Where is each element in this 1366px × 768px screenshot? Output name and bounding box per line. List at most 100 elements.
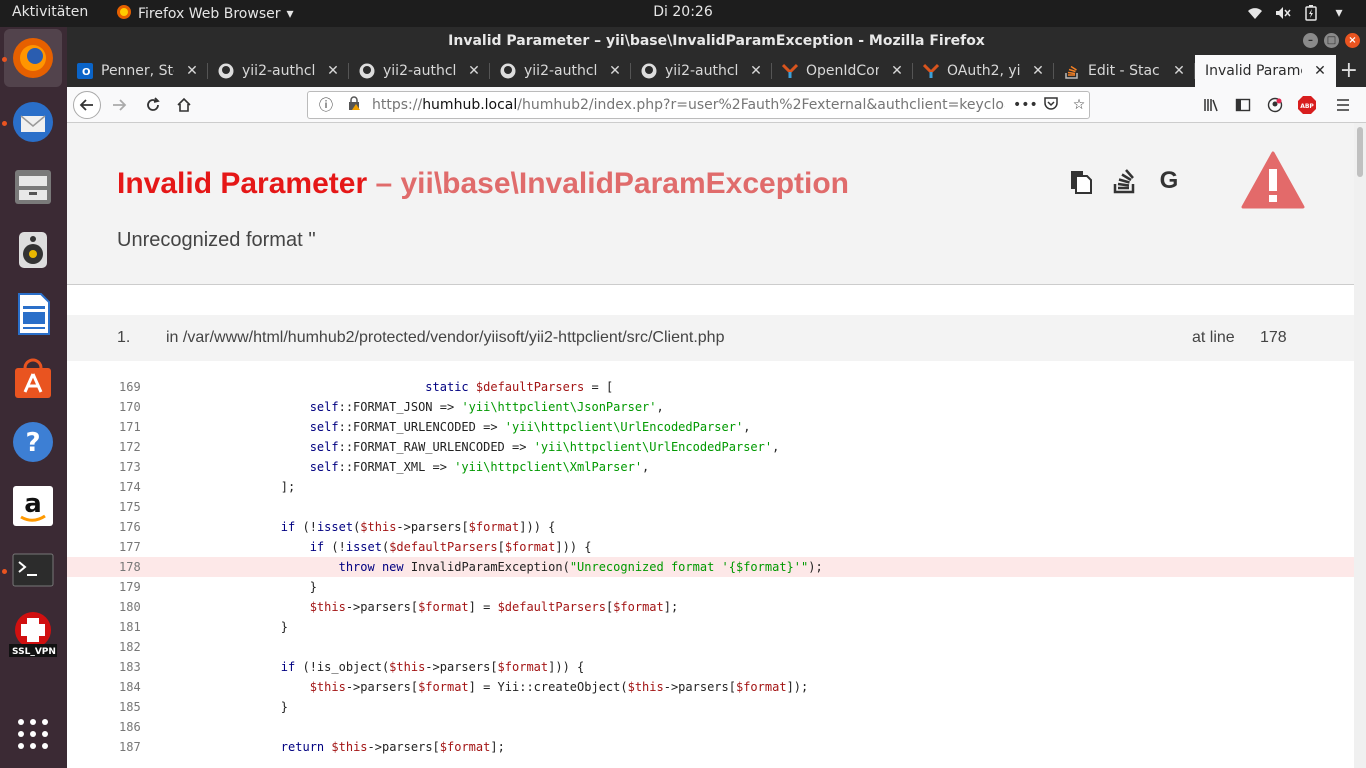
copy-stacktrace-icon[interactable] <box>1067 167 1095 195</box>
google-search-icon[interactable]: G <box>1155 167 1183 195</box>
dock-rhythmbox[interactable] <box>4 221 62 279</box>
library-icon <box>1204 99 1218 112</box>
pocket-icon[interactable] <box>1041 95 1061 115</box>
tab-close-icon[interactable]: ✕ <box>605 63 625 79</box>
info-icon[interactable]: ⓘ <box>316 95 336 115</box>
system-tray[interactable]: ▾ <box>1246 4 1348 22</box>
tab-oauth2-yii[interactable]: OAuth2, yii\ ✕ <box>913 55 1054 87</box>
tab-openidconnect[interactable]: OpenIdConn ✕ <box>772 55 913 87</box>
scrollbar-thumb[interactable] <box>1357 127 1363 177</box>
github-icon <box>641 63 657 79</box>
error-message: Unrecognized format '' <box>117 229 316 251</box>
tab-edit-stack[interactable]: Edit - Stack ✕ <box>1054 55 1195 87</box>
svg-text:?: ? <box>25 428 40 458</box>
tab-close-icon[interactable]: ✕ <box>323 63 343 79</box>
dock-libreoffice-writer[interactable] <box>4 285 62 343</box>
code-line: 172 self::FORMAT_RAW_URLENCODED => 'yii\… <box>67 437 1354 457</box>
reload-button[interactable] <box>139 91 167 119</box>
code-line-source: self::FORMAT_URLENCODED => 'yii\httpclie… <box>309 420 751 434</box>
tab-close-icon[interactable]: ✕ <box>1310 63 1330 79</box>
new-tab-button[interactable]: + <box>1340 59 1358 83</box>
tab-title: yii2-authclie <box>383 63 456 79</box>
tab-yii2-authclient-2[interactable]: yii2-authclie ✕ <box>349 55 490 87</box>
code-line-number: 186 <box>119 720 141 734</box>
menu-button[interactable] <box>1329 91 1357 119</box>
maximize-button[interactable]: □ <box>1324 33 1339 48</box>
library-button[interactable] <box>1197 91 1225 119</box>
code-line-source: } <box>223 700 289 714</box>
dock-terminal[interactable] <box>4 541 62 599</box>
forward-button[interactable] <box>105 91 133 119</box>
close-window-button[interactable]: × <box>1345 33 1360 48</box>
lock-warning-icon[interactable] <box>344 96 364 114</box>
minimize-button[interactable]: – <box>1303 33 1318 48</box>
tab-invalid-parameter[interactable]: Invalid Parame ✕ <box>1195 55 1336 87</box>
url-text[interactable]: https://humhub.local/humhub2/index.php?r… <box>372 97 1005 113</box>
code-line-number: 181 <box>119 620 141 634</box>
tab-title: Edit - Stack <box>1088 63 1161 79</box>
tab-close-icon[interactable]: ✕ <box>464 63 484 79</box>
dock-ubuntu-software[interactable] <box>4 349 62 407</box>
code-line-number: 173 <box>119 460 141 474</box>
yii-icon <box>923 63 939 79</box>
warning-icon <box>1241 151 1305 213</box>
software-store-icon <box>15 358 51 398</box>
sidebar-button[interactable] <box>1229 91 1257 119</box>
github-icon <box>359 63 375 79</box>
tab-close-icon[interactable]: ✕ <box>746 63 766 79</box>
tab-yii2-authclient-4[interactable]: yii2-authclie ✕ <box>631 55 772 87</box>
outlook-icon: O <box>77 63 93 79</box>
tab-penner[interactable]: O Penner, Step ✕ <box>67 55 208 87</box>
page-scrollbar[interactable] <box>1354 123 1366 768</box>
error-name: Invalid Parameter <box>117 167 368 200</box>
code-line-number: 177 <box>119 540 141 554</box>
firefox-window: Invalid Parameter – yii\base\InvalidPara… <box>67 27 1366 768</box>
call-stack-item[interactable]: 1. in /var/www/html/humhub2/protected/ve… <box>67 315 1354 361</box>
tab-yii2-authclient-1[interactable]: yii2-authclie ✕ <box>208 55 349 87</box>
tab-title: yii2-authclie <box>665 63 738 79</box>
code-line-number: 185 <box>119 700 141 714</box>
tab-close-icon[interactable]: ✕ <box>1028 63 1048 79</box>
back-button[interactable] <box>73 91 101 119</box>
tab-bar: O Penner, Step ✕ yii2-authclie ✕ yii2-au… <box>67 55 1366 87</box>
adblock-plus-button[interactable]: ABP <box>1293 91 1321 119</box>
dock-firefox[interactable] <box>4 29 62 87</box>
dock-thunderbird[interactable] <box>4 93 62 151</box>
dock-files[interactable] <box>4 157 62 215</box>
code-line-number: 170 <box>119 400 141 414</box>
window-title: Invalid Parameter – yii\base\InvalidPara… <box>448 33 985 49</box>
dock-amazon[interactable]: a <box>4 477 62 535</box>
code-line-source: $this->parsers[$format] = Yii::createObj… <box>309 680 809 694</box>
dock-ssl-vpn[interactable]: SSL_VPN <box>4 605 62 663</box>
help-icon: ? <box>13 422 53 462</box>
clock[interactable]: Di 20:26 <box>0 4 1366 20</box>
tab-close-icon[interactable]: ✕ <box>1169 63 1189 79</box>
url-bar[interactable]: ⓘ https://humhub.local/humhub2/index.php… <box>307 91 1090 119</box>
bookmark-star-icon[interactable]: ☆ <box>1069 97 1089 113</box>
code-line: 173 self::FORMAT_XML => 'yii\httpclient\… <box>67 457 1354 477</box>
account-button[interactable] <box>1261 91 1289 119</box>
home-button[interactable] <box>170 91 198 119</box>
reload-icon <box>147 97 160 111</box>
tab-yii2-authclient-3[interactable]: yii2-authclie ✕ <box>490 55 631 87</box>
code-line-number: 174 <box>119 480 141 494</box>
running-indicator <box>2 57 7 62</box>
tab-close-icon[interactable]: ✕ <box>182 63 202 79</box>
code-line: 183 if (!is_object($this->parsers[$forma… <box>67 657 1354 677</box>
window-controls: – □ × <box>1303 33 1360 48</box>
page-actions-icon[interactable]: ••• <box>1013 97 1038 113</box>
ubuntu-dock: ? a SSL_VPN <box>0 27 67 768</box>
code-line-source: } <box>223 620 289 634</box>
line-number: 178 <box>1260 329 1287 346</box>
home-icon <box>177 97 191 112</box>
dock-show-applications[interactable] <box>4 705 62 763</box>
error-header: Invalid Parameter – yii\base\InvalidPara… <box>67 123 1354 285</box>
dock-help[interactable]: ? <box>4 413 62 471</box>
url-host: humhub.local <box>422 97 518 113</box>
tab-close-icon[interactable]: ✕ <box>887 63 907 79</box>
code-line: 175 <box>67 497 1354 517</box>
window-titlebar[interactable]: Invalid Parameter – yii\base\InvalidPara… <box>67 27 1366 55</box>
code-line-source: if (!isset($this->parsers[$format])) { <box>280 520 556 534</box>
stackoverflow-search-icon[interactable] <box>1111 167 1139 195</box>
amazon-icon: a <box>13 486 53 526</box>
